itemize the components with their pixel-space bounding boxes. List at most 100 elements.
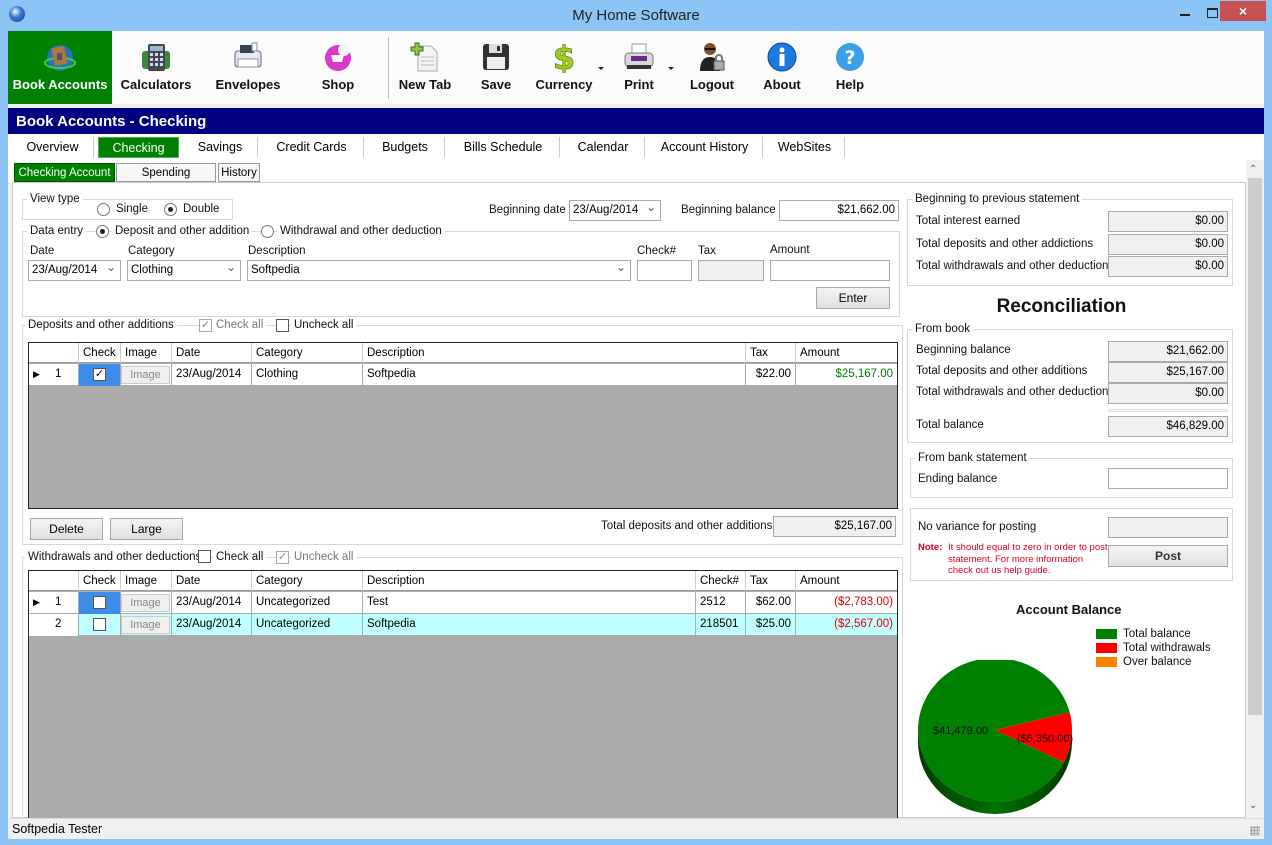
- withdrawals-check-all-checkbox[interactable]: [198, 550, 211, 563]
- table-row[interactable]: ▶ 1 Image 23/Aug/2014 Uncategorized Test…: [29, 592, 897, 614]
- view-single-radio[interactable]: [97, 203, 110, 216]
- column-header-image[interactable]: Image: [121, 571, 172, 591]
- column-header-amount[interactable]: Amount: [796, 343, 897, 363]
- beginning-balance-field[interactable]: $21,662.00: [779, 200, 899, 221]
- pie-label-total-withdrawals: ($5,350.00): [1017, 733, 1073, 745]
- column-header-amount[interactable]: Amount: [796, 571, 897, 591]
- printer-icon: [624, 43, 654, 69]
- close-button[interactable]: ×: [1220, 1, 1266, 21]
- entry-check-label: Check#: [637, 245, 676, 257]
- row-check-cell[interactable]: [79, 592, 121, 614]
- resize-grip-icon[interactable]: [1250, 826, 1260, 836]
- row-image-button[interactable]: Image: [121, 616, 170, 634]
- row-image-cell: Image: [121, 592, 172, 614]
- tab-websites[interactable]: WebSites: [765, 137, 845, 158]
- row-checkbox[interactable]: [93, 596, 106, 609]
- minimize-button[interactable]: [1172, 2, 1200, 24]
- new-tab-icon: [410, 42, 438, 72]
- column-header-category[interactable]: Category: [252, 571, 363, 591]
- withdrawal-mode-radio[interactable]: [261, 225, 274, 238]
- deposit-mode-radio[interactable]: [96, 225, 109, 238]
- tab-credit-cards[interactable]: Credit Cards: [260, 137, 364, 158]
- floppy-disk-icon: [483, 44, 509, 70]
- column-header-category[interactable]: Category: [252, 343, 363, 363]
- large-button[interactable]: Large: [110, 518, 183, 540]
- column-header-image[interactable]: Image: [121, 343, 172, 363]
- entry-amount-field[interactable]: [770, 260, 890, 281]
- entry-date-picker[interactable]: 23/Aug/2014: [28, 260, 121, 281]
- column-header-check[interactable]: Check: [79, 571, 121, 591]
- subtab-history[interactable]: History: [218, 163, 260, 182]
- prev-withdrawals-label: Total withdrawals and other deductions: [916, 260, 1115, 272]
- row-tax: $25.00: [746, 614, 796, 636]
- toolbar-envelopes[interactable]: Envelopes: [204, 31, 292, 104]
- deposits-check-all-checkbox[interactable]: ✓: [199, 319, 212, 332]
- toolbar-help[interactable]: ? Help: [820, 31, 880, 104]
- entry-check-field[interactable]: [637, 260, 692, 281]
- column-header-description[interactable]: Description: [363, 571, 696, 591]
- row-amount: ($2,783.00): [834, 596, 893, 608]
- dollar-icon: $: [552, 41, 575, 73]
- column-header-check-number[interactable]: Check#: [696, 571, 746, 591]
- column-header-tax[interactable]: Tax: [746, 343, 796, 363]
- table-row[interactable]: ▶ 1 ✓ Image 23/Aug/2014 Clothing Softped…: [29, 364, 897, 386]
- tab-checking[interactable]: Checking: [98, 137, 179, 158]
- tab-overview[interactable]: Overview: [12, 137, 94, 158]
- toolbar-save[interactable]: Save: [464, 31, 528, 104]
- toolbar-about[interactable]: About: [750, 31, 814, 104]
- info-icon: [767, 42, 797, 72]
- row-image-button[interactable]: Image: [121, 366, 170, 384]
- scroll-up-icon[interactable]: ⌃: [1249, 164, 1257, 175]
- ending-balance-label: Ending balance: [918, 473, 998, 485]
- delete-button[interactable]: Delete: [30, 518, 103, 540]
- scroll-down-icon[interactable]: ⌄: [1249, 800, 1257, 811]
- tab-bills-schedule[interactable]: Bills Schedule: [447, 137, 560, 158]
- row-number: 1: [55, 368, 62, 380]
- withdrawals-uncheck-all-checkbox[interactable]: ✓: [276, 551, 289, 564]
- post-button[interactable]: Post: [1108, 545, 1228, 567]
- row-image-button[interactable]: Image: [121, 594, 170, 612]
- tab-account-history[interactable]: Account History: [647, 137, 763, 158]
- tab-calendar[interactable]: Calendar: [562, 137, 645, 158]
- entry-category-select[interactable]: Clothing: [127, 260, 241, 281]
- row-check-cell[interactable]: [79, 614, 121, 636]
- scrollbar-thumb[interactable]: [1248, 178, 1262, 715]
- book-beginning-balance-label: Beginning balance: [916, 344, 1011, 356]
- reconciliation-title: Reconciliation: [996, 296, 1127, 317]
- ending-balance-field[interactable]: [1108, 468, 1228, 489]
- toolbar-calculators[interactable]: Calculators: [112, 31, 200, 104]
- toolbar-print[interactable]: Print: [604, 31, 674, 104]
- toolbar-currency[interactable]: $ Currency: [530, 31, 598, 104]
- column-header-date[interactable]: Date: [172, 571, 252, 591]
- table-row[interactable]: 2 Image 23/Aug/2014 Uncategorized Softpe…: [29, 614, 897, 636]
- legend-swatch-total-withdrawals: [1096, 643, 1117, 653]
- view-single-label: Single: [116, 203, 148, 215]
- toolbar-book-accounts[interactable]: Book Accounts: [8, 31, 112, 104]
- subtab-spending-categories[interactable]: Spending Categries: [116, 163, 216, 197]
- deposits-grid: Check Image Date Category Description Ta…: [28, 342, 898, 509]
- toolbar-logout[interactable]: Logout: [678, 31, 746, 104]
- row-checkbox[interactable]: [93, 618, 106, 631]
- book-withdrawals-field: $0.00: [1108, 383, 1228, 404]
- column-header-description[interactable]: Description: [363, 343, 746, 363]
- view-double-radio[interactable]: [164, 203, 177, 216]
- toolbar-new-tab[interactable]: New Tab: [392, 31, 458, 104]
- entry-description-combo[interactable]: Softpedia: [247, 260, 631, 281]
- book-withdrawals-label: Total withdrawals and other deductions: [916, 386, 1115, 398]
- row-check-cell[interactable]: ✓: [79, 364, 121, 386]
- enter-button[interactable]: Enter: [816, 287, 890, 309]
- tab-savings[interactable]: Savings: [183, 137, 258, 158]
- column-header-date[interactable]: Date: [172, 343, 252, 363]
- legend-swatch-total-balance: [1096, 629, 1117, 639]
- toolbar-shop[interactable]: Shop: [296, 31, 380, 104]
- deposits-uncheck-all-checkbox[interactable]: [276, 319, 289, 332]
- tab-budgets[interactable]: Budgets: [366, 137, 445, 158]
- row-checkbox[interactable]: ✓: [93, 368, 106, 381]
- column-header-check[interactable]: Check: [79, 343, 121, 363]
- divider: [1108, 409, 1228, 412]
- beginning-date-picker[interactable]: 23/Aug/2014: [569, 200, 661, 221]
- print-dropdown-arrow[interactable]: [668, 67, 674, 70]
- row-number: 1: [55, 596, 62, 608]
- column-header-tax[interactable]: Tax: [746, 571, 796, 591]
- subtab-checking-account[interactable]: Checking Account: [14, 163, 115, 182]
